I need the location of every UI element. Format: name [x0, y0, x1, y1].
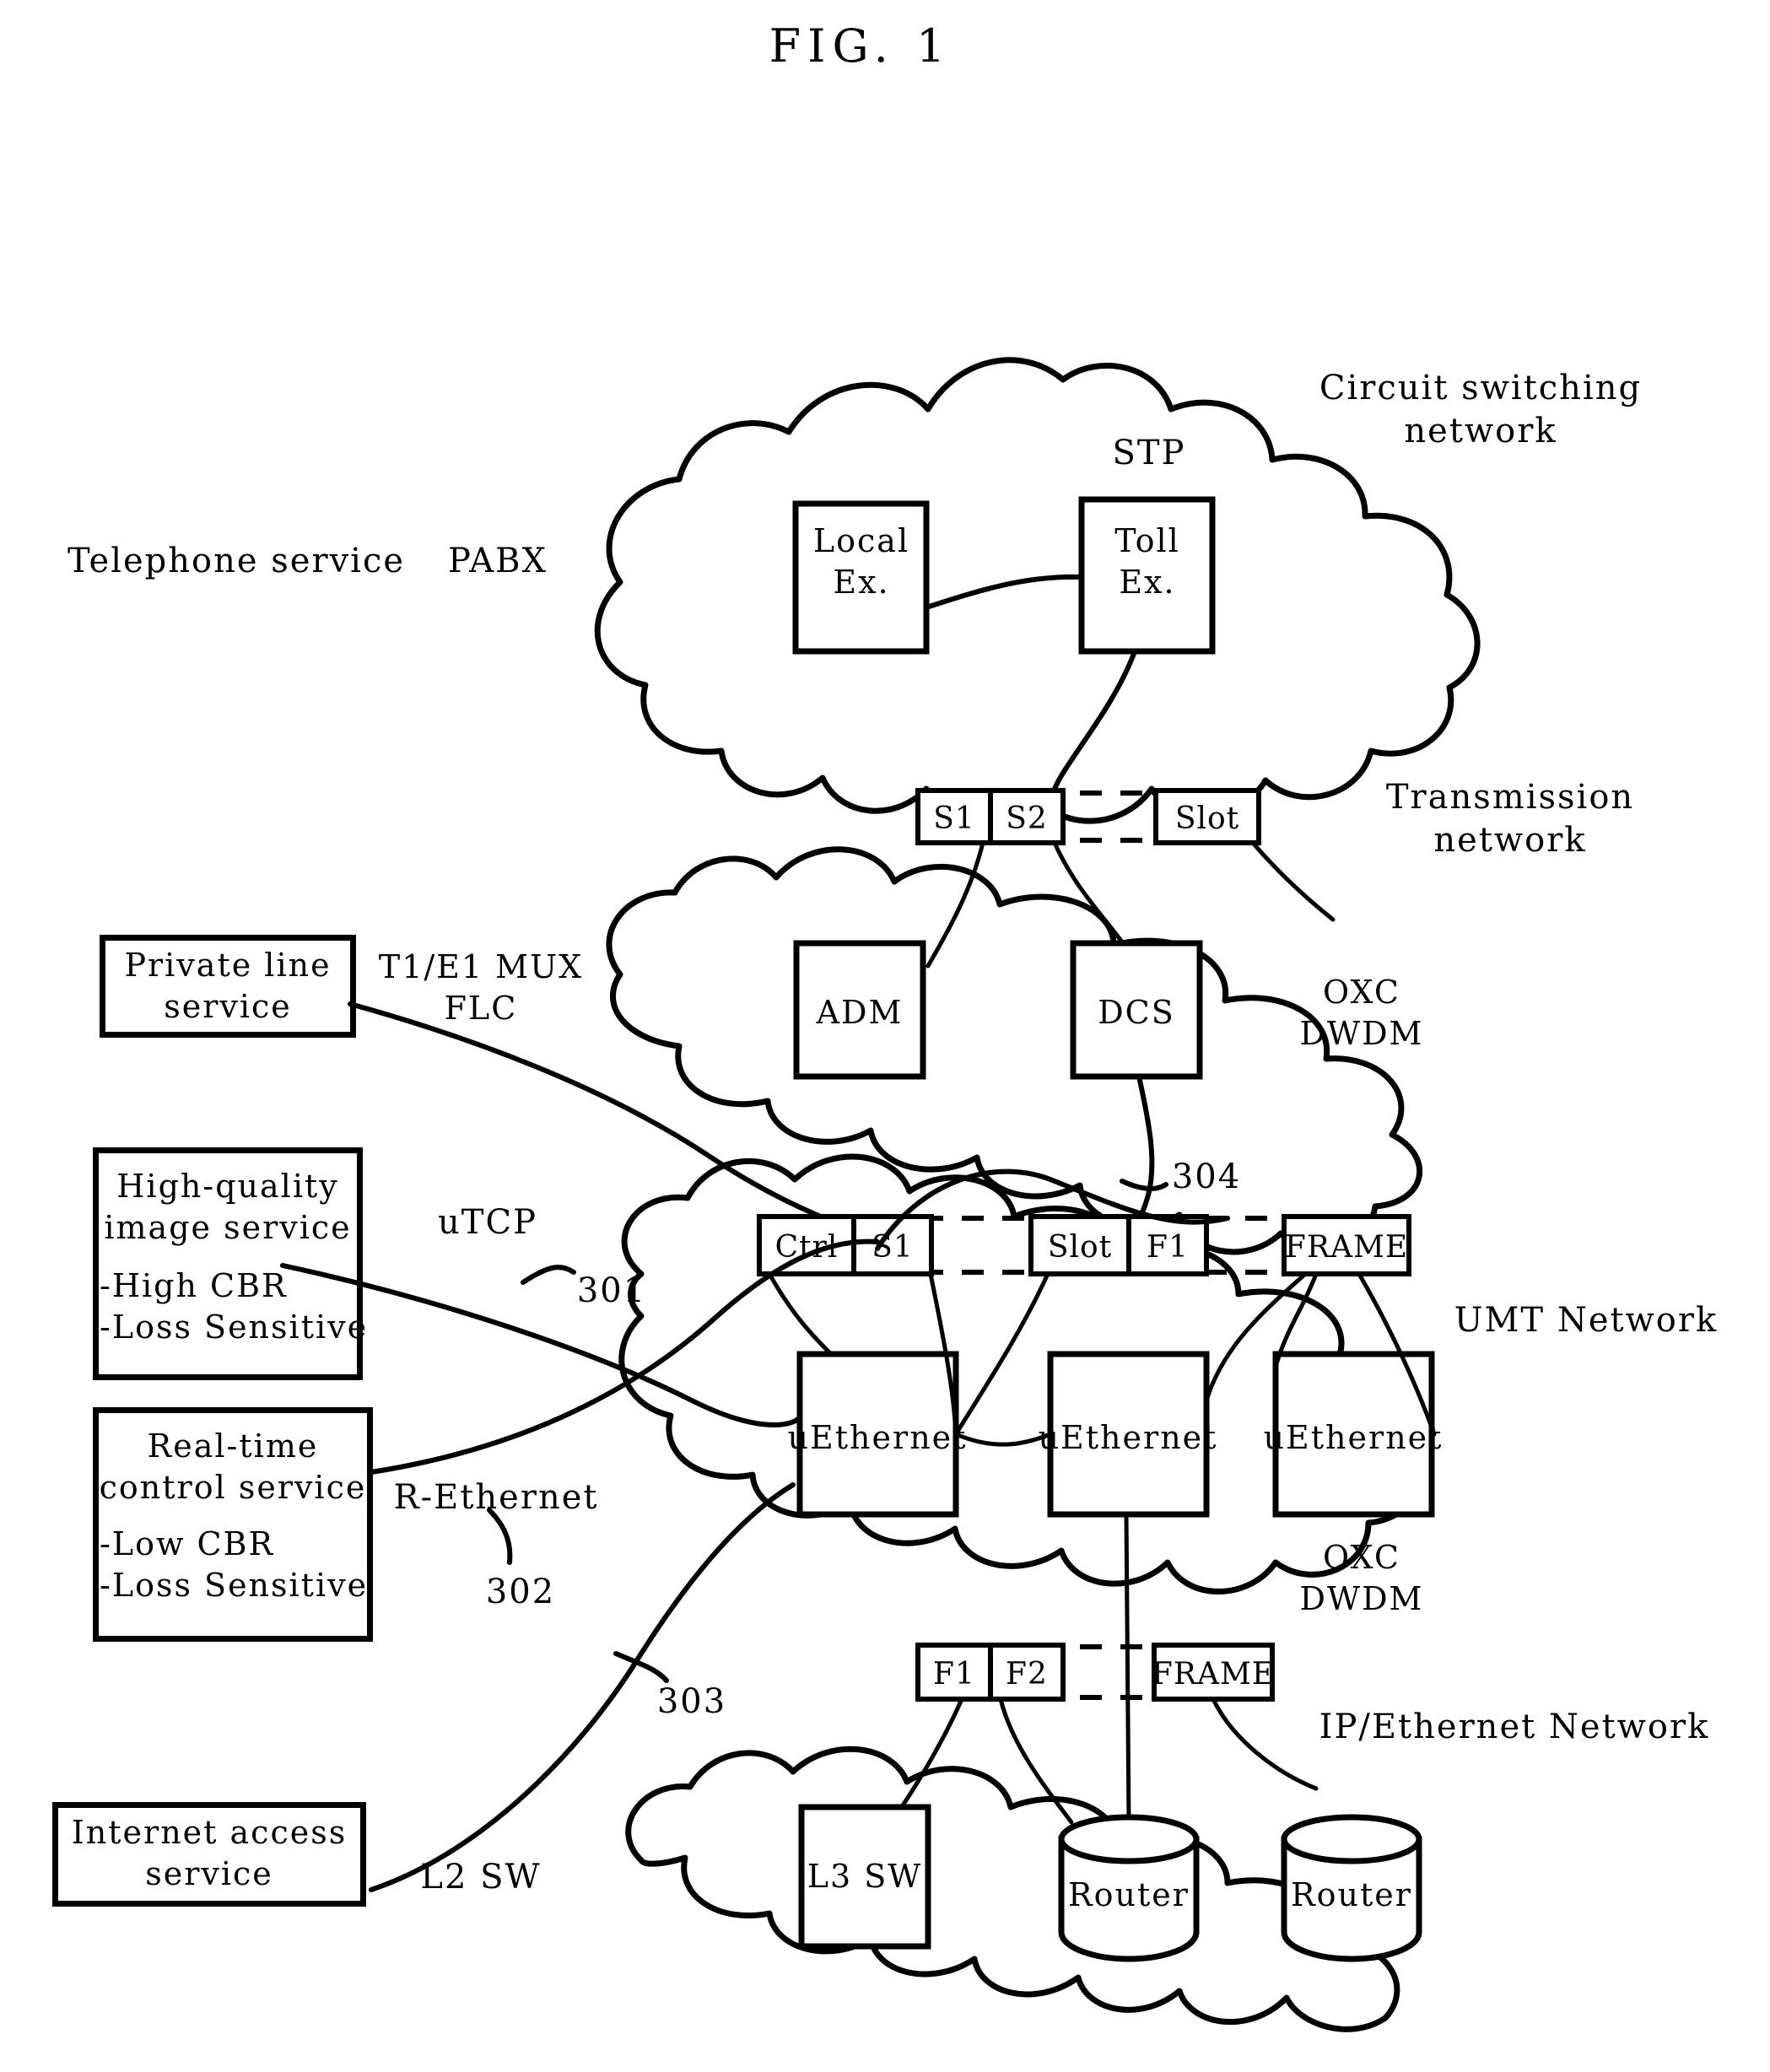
leader-301 [521, 1265, 576, 1285]
r-ethernet-label: R-Ethernet [393, 1478, 599, 1517]
figure-title: FIG. 1 [769, 19, 952, 73]
umt-slot-f1-label: F1 [1147, 1230, 1189, 1265]
ip-slot-f1-label: F1 [933, 1657, 975, 1692]
router-1-label: Router [1068, 1876, 1190, 1913]
l3-sw-label: L3 SW [807, 1858, 923, 1895]
ref-304-label: 304 [1171, 1157, 1242, 1196]
transmission-network-label: Transmission network [1385, 778, 1635, 861]
link-ctrl-to-uethernet1 [767, 1271, 834, 1357]
umt-slot-frame-label: FRAME [1284, 1230, 1409, 1265]
leader-304 [1120, 1179, 1168, 1191]
link-uethernet1-to-uethernet2 [953, 1432, 1053, 1447]
umt-slot-s1-label: S1 [872, 1230, 914, 1265]
ip-slot-f2-label: F2 [1006, 1657, 1048, 1692]
ip-ethernet-network-label: IP/Ethernet Network [1319, 1708, 1710, 1746]
link-bar-to-adm-region [925, 840, 985, 969]
transmission-slot-s1-label: S1 [933, 801, 975, 836]
link-local-to-toll [924, 574, 1084, 610]
dcs-label: DCS [1098, 994, 1175, 1031]
ref-301-label: 301 [576, 1271, 647, 1310]
transmission-slot-s2-label: S2 [1006, 801, 1048, 836]
link-bar-to-dcs [1052, 840, 1130, 952]
router-1-top [1058, 1814, 1200, 1864]
transmission-slot-tail-label: Slot [1174, 801, 1240, 836]
umt-network-label: UMT Network [1454, 1301, 1719, 1340]
link-slot-to-uethernet1 [953, 1271, 1050, 1437]
adm-label: ADM [816, 994, 904, 1031]
router-2-top [1281, 1814, 1422, 1864]
link-tail-slot-to-cloud [1250, 840, 1336, 922]
l2-sw-label: L2 SW [420, 1858, 542, 1897]
oxc-dwdm-transmission-label: OXC DWDM [1299, 974, 1424, 1052]
link-ipbar-f1-down [900, 1697, 964, 1808]
figure-canvas: FIG. 1 Circuit switching network Telepho… [0, 0, 1770, 2072]
uethernet-1-label: uEthernet [787, 1419, 968, 1456]
link-toll-to-transmission-bar [1052, 649, 1137, 791]
telephone-service-label: Telephone service [67, 542, 406, 580]
link-uethernet2-to-router1 [1124, 1512, 1131, 1825]
uethernet-3-label: uEthernet [1263, 1419, 1444, 1456]
real-time-control-service-box [93, 1407, 373, 1642]
high-quality-image-service-box [93, 1147, 363, 1380]
private-line-service-box [100, 935, 356, 1038]
router-2-label: Router [1291, 1876, 1412, 1913]
t1e1-mux-flc-label: T1/E1 MUX FLC [378, 948, 584, 1027]
ip-slot-frame-label: FRAME [1151, 1657, 1276, 1692]
ref-303-label: 303 [656, 1682, 727, 1721]
uethernet-2-label: uEthernet [1038, 1419, 1218, 1456]
oxc-dwdm-umt-label: OXC DWDM [1299, 1539, 1424, 1617]
ref-302-label: 302 [485, 1573, 556, 1611]
circuit-switching-network-label: Circuit switching network [1319, 369, 1643, 451]
umt-slot-ctrl-label: Ctrl [774, 1230, 839, 1265]
utcp-label: uTCP [438, 1203, 537, 1242]
toll-exchange-label: Toll Ex. [1114, 522, 1180, 601]
link-internet-service-to-umt [369, 1482, 796, 1892]
transmission-cloud [606, 846, 1423, 1255]
link-ipbar-frame-down [1211, 1697, 1319, 1791]
local-exchange-label: Local Ex. [812, 522, 910, 601]
stp-label: STP [1112, 434, 1186, 472]
umt-slot-slot-label: Slot [1047, 1230, 1113, 1265]
internet-access-service-box [52, 1802, 366, 1907]
pabx-label: PABX [448, 542, 548, 580]
